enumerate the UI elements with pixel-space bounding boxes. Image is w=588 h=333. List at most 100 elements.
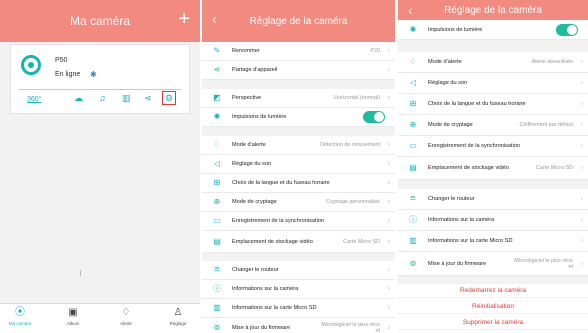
chevron-right-icon: ›: [387, 285, 390, 293]
chevron-right-icon: ›: [580, 237, 583, 245]
setting-sync-recording[interactable]: ▭ Enregistrement de la synchronisation ›: [202, 212, 395, 231]
camera-status: En ligne: [55, 71, 81, 78]
setting-encryption-mode[interactable]: ⊕ Mode de cryptage Cryptage personnalisé…: [202, 193, 395, 212]
setting-label: Mode d'alerte: [232, 142, 266, 148]
chevron-right-icon: ›: [580, 79, 583, 87]
setting-sync-recording[interactable]: ▭ Enregistrement de la synchronisation ›: [398, 136, 588, 157]
setting-label: Réglage du son: [428, 80, 468, 86]
tab-alert[interactable]: ♢ Alerte: [106, 307, 146, 326]
lock-icon: ⊕: [213, 197, 221, 206]
setting-storage-location[interactable]: ▤ Emplacement de stockage vidéo Carte Mi…: [398, 157, 588, 180]
tab-settings[interactable]: ♙ Réglage: [158, 307, 198, 326]
setting-alert-mode[interactable]: ♢ Mode d'alerte Alerte désactivée ›: [398, 52, 588, 73]
scroll-indicator: [80, 270, 81, 276]
camera-settings-screen: ‹ Réglage de la caméra ✎ Renommer P20 › …: [202, 0, 395, 333]
tab-label: Alerte: [120, 321, 132, 326]
album-icon: ▣: [68, 307, 78, 318]
chevron-right-icon: ›: [387, 266, 390, 274]
setting-alert-mode[interactable]: ♢ Mode d'alerte Détection de mouvement ›: [202, 136, 395, 155]
setting-sound[interactable]: ◁ Réglage du son ›: [398, 73, 588, 94]
setting-label: Mise à jour du firmware: [232, 324, 291, 331]
setting-value: Chiffrement par défaut: [519, 122, 573, 128]
tab-label: Réglage: [169, 321, 187, 326]
back-button[interactable]: ‹: [212, 12, 217, 26]
settings-list: ✺ Impulsions de lumière ♢ Mode d'alerte …: [398, 20, 588, 333]
section-gap: [202, 253, 395, 261]
setting-encryption-mode[interactable]: ⊕ Mode de cryptage Chiffrement par défau…: [398, 115, 588, 136]
setting-label: Changer le routeur: [232, 267, 279, 273]
video-icon: ▭: [213, 216, 221, 225]
restart-camera-button[interactable]: Redémarrez la caméra: [398, 284, 588, 298]
setting-sound[interactable]: ◁ Réglage du son ›: [202, 155, 395, 174]
setting-change-router[interactable]: ≘ Changer le routeur ›: [202, 261, 395, 280]
reset-button[interactable]: Réinitialisation: [398, 300, 588, 314]
settings-list: ✎ Renommer P20 › ⋖ Partage d'appareil › …: [202, 42, 395, 333]
tab-album[interactable]: ▣ Album: [53, 307, 93, 326]
setting-label: Mode de cryptage: [428, 122, 473, 128]
speaker-icon: ◁: [213, 159, 221, 168]
alarm-off-icon[interactable]: ♫: [99, 92, 106, 104]
setting-value-line2: nt: [375, 327, 381, 333]
cloud-icon[interactable]: ☁: [74, 92, 83, 104]
camera-card[interactable]: P50 En ligne ✱ 360° ☁ ♫ ▥ ⋖ ⚙: [10, 44, 190, 114]
chevron-right-icon: ›: [387, 141, 390, 149]
setting-light-pulse: ✺ Impulsions de lumière: [202, 108, 395, 127]
light-pulse-toggle[interactable]: [556, 23, 578, 36]
setting-change-router[interactable]: ≘ Changer le routeur ›: [398, 189, 588, 210]
setting-camera-info[interactable]: ⓘ Informations sur la caméra ›: [202, 280, 395, 299]
tab-my-camera[interactable]: ⦿ Ma caméra: [0, 307, 40, 326]
setting-label: Mise à jour du firmware: [428, 260, 487, 267]
setting-rename[interactable]: ✎ Renommer P20 ›: [202, 42, 395, 61]
perspective-icon: ◩: [213, 93, 221, 102]
setting-label: Emplacement de stockage vidéo: [232, 238, 313, 245]
sd-card-icon: ▥: [213, 303, 221, 312]
setting-value: Micrologiciel le plus réce nt: [514, 258, 573, 270]
delete-camera-button[interactable]: Supprimer la caméra: [398, 316, 588, 330]
add-camera-button[interactable]: +: [178, 9, 190, 29]
setting-value: Alerte désactivée: [531, 59, 573, 65]
camera-actions: 360° ☁ ♫ ▥ ⋖ ⚙: [27, 91, 187, 106]
bottom-tab-bar: ⦿ Ma caméra ▣ Album ♢ Alerte ♙ Réglage: [0, 303, 200, 333]
app-header: Ma caméra +: [0, 0, 200, 42]
chevron-right-icon: ›: [387, 304, 390, 312]
setting-firmware-update[interactable]: ⊚ Mise à jour du firmware Micrologiciel …: [202, 318, 395, 333]
light-pulse-toggle[interactable]: [363, 111, 385, 123]
setting-label: Réglage du son: [232, 161, 272, 167]
setting-label: Enregistrement de la synchronisation: [428, 143, 521, 149]
setting-perspective[interactable]: ◩ Perspective Horizontal (normal) ›: [202, 89, 395, 108]
setting-value: Carte Micro SD: [536, 165, 573, 171]
share-icon: ⋖: [213, 65, 221, 74]
setting-value: Carte Micro SD: [343, 238, 380, 245]
settings-gear-icon[interactable]: ⚙: [162, 91, 177, 105]
setting-storage-location[interactable]: ▤ Emplacement de stockage vidéo Carte Mi…: [202, 231, 395, 253]
setting-value-line1: Micrologiciel le plus réce: [514, 257, 573, 264]
setting-device-share[interactable]: ⋖ Partage d'appareil ›: [202, 61, 395, 80]
setting-label: Impulsions de lumière: [428, 26, 483, 33]
home-camera-icon: ⦿: [15, 307, 25, 318]
chevron-right-icon: ›: [387, 94, 390, 102]
setting-value: Horizontal (normal): [334, 95, 380, 101]
setting-language-timezone[interactable]: ⊞ Choix de la langue et du fuseau horair…: [398, 94, 588, 115]
setting-light-pulse: ✺ Impulsions de lumière: [398, 20, 588, 40]
language-icon: ⊞: [213, 178, 221, 187]
lock-icon: ⊕: [409, 120, 417, 129]
setting-language-timezone[interactable]: ⊞ Choix de la langue et du fuseau horair…: [202, 174, 395, 193]
camera-avatar-icon: [21, 55, 41, 75]
info-icon: ⓘ: [409, 215, 417, 224]
chevron-right-icon: ›: [580, 195, 583, 203]
panorama-360-button[interactable]: 360°: [27, 94, 41, 106]
setting-camera-info[interactable]: ⓘ Informations sur la caméra ›: [398, 210, 588, 231]
section-gap: [202, 80, 395, 89]
setting-sd-info[interactable]: ▥ Informations sur la carte Micro SD ›: [202, 299, 395, 318]
share-icon[interactable]: ⋖: [144, 92, 152, 104]
chevron-right-icon: ›: [580, 121, 583, 129]
video-icon: ▭: [409, 141, 417, 150]
back-button[interactable]: ‹: [408, 3, 413, 17]
router-icon: ≘: [409, 194, 417, 203]
trash-icon[interactable]: ▥: [122, 92, 131, 104]
chevron-right-icon: ›: [580, 58, 583, 66]
setting-sd-info[interactable]: ▥ Informations sur la carte Micro SD ›: [398, 231, 588, 252]
setting-label: Renommer: [232, 48, 260, 54]
setting-firmware-update[interactable]: ⊚ Mise à jour du firmware Micrologiciel …: [398, 252, 588, 276]
chevron-right-icon: ›: [387, 160, 390, 168]
